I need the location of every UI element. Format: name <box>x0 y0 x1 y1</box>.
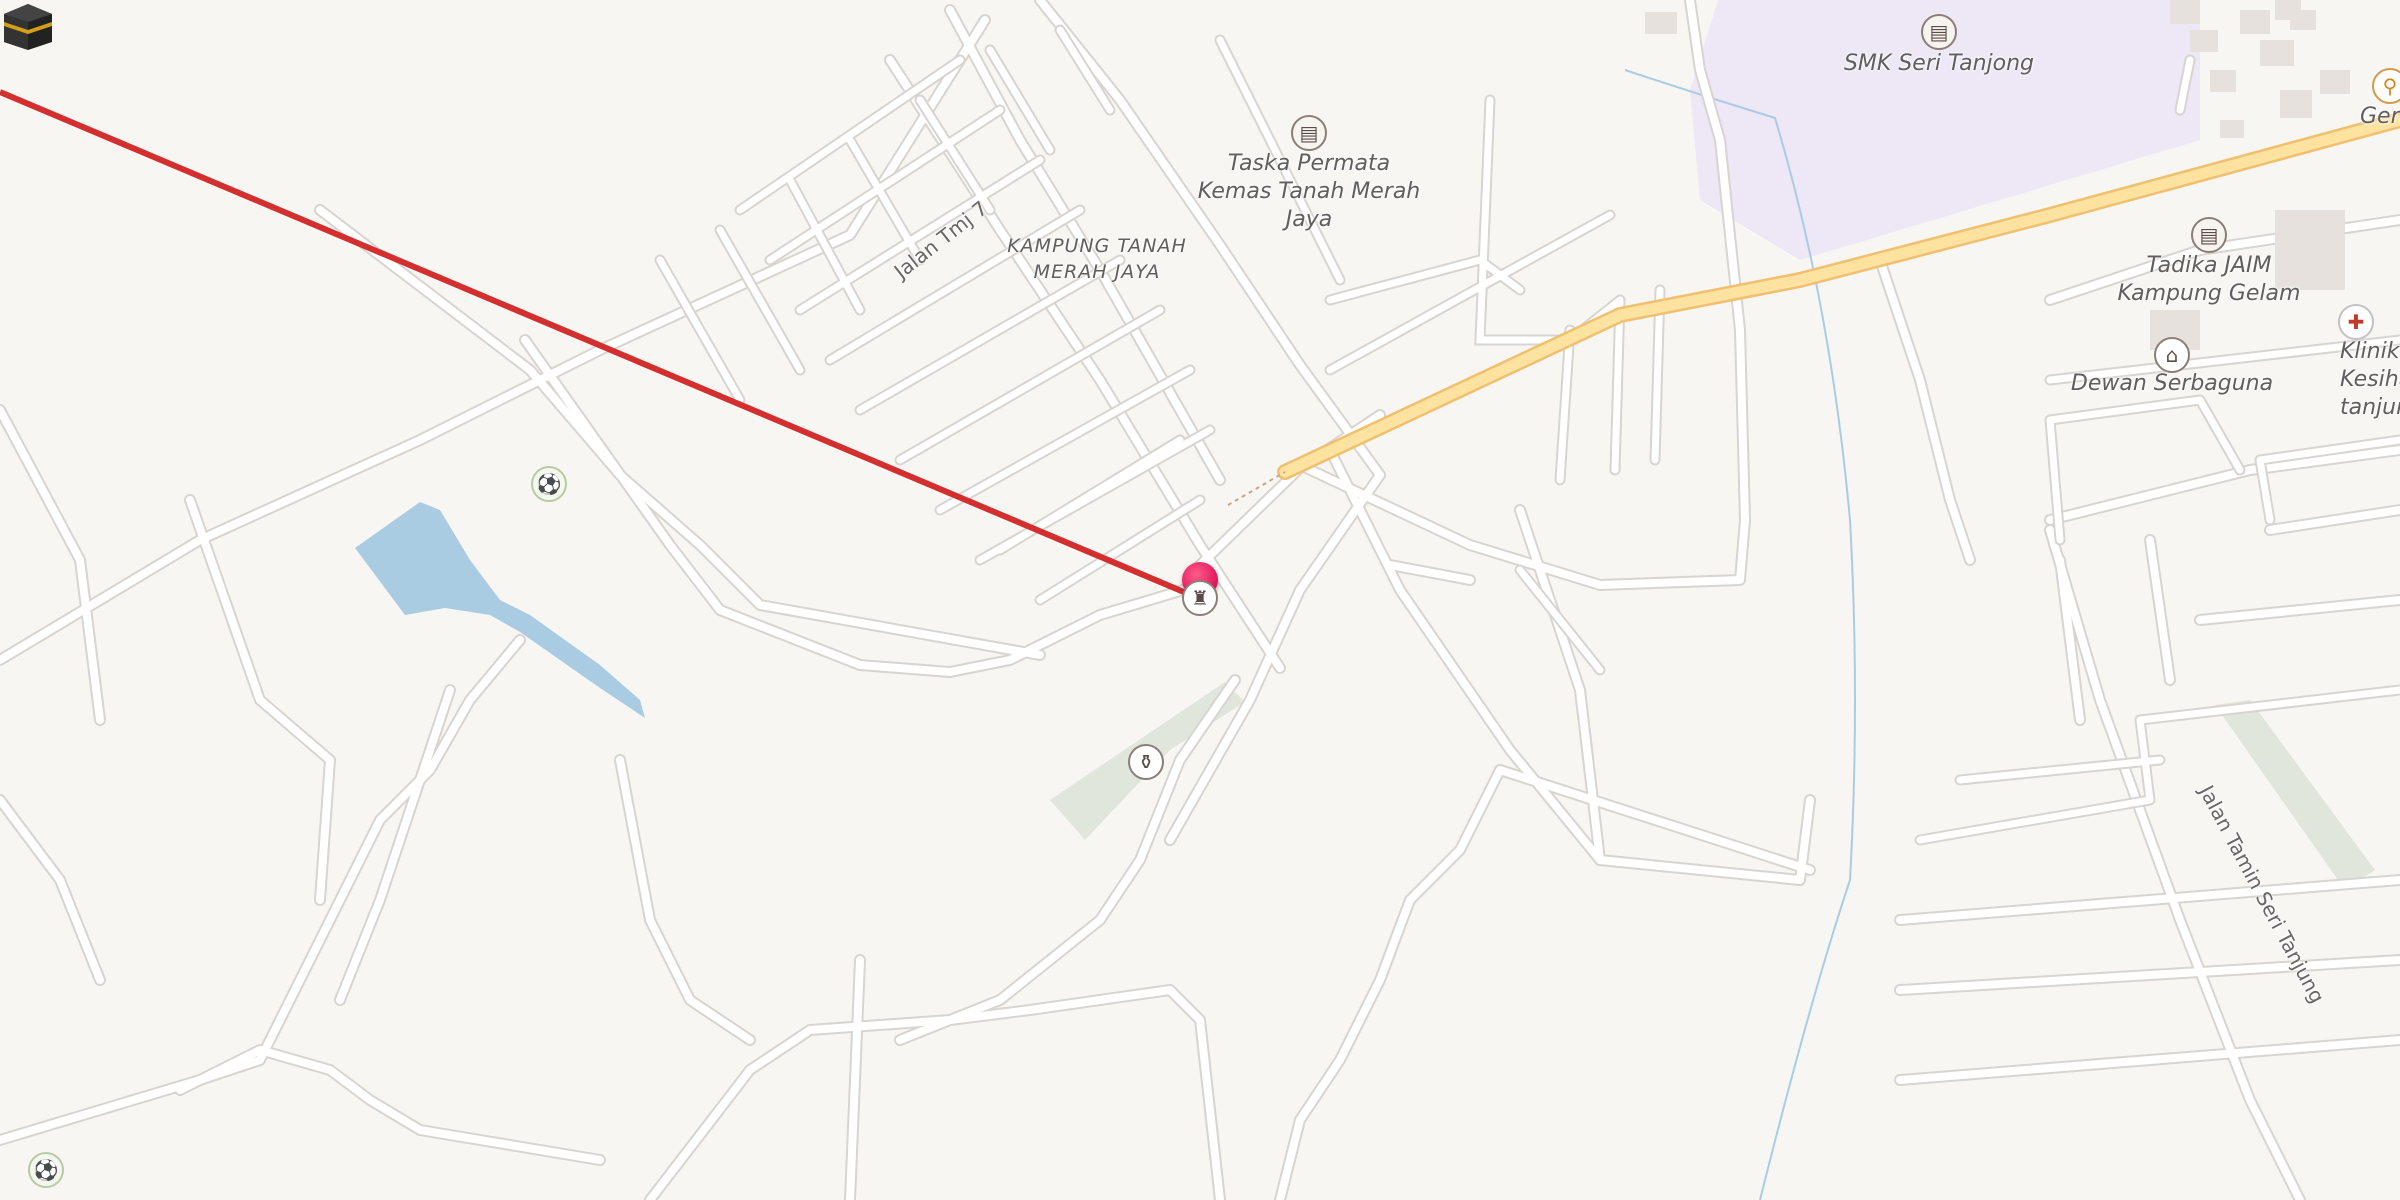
pond <box>355 502 645 718</box>
mosque-icon[interactable]: ♜ <box>1182 580 1218 616</box>
label-dewan: Dewan Serbaguna <box>2070 371 2274 396</box>
school-icon[interactable]: ▤ <box>1291 115 1327 151</box>
clinic-icon[interactable]: ✚ <box>2338 304 2374 340</box>
sports-icon[interactable]: ⚽ <box>531 466 567 502</box>
label-kampung: KAMPUNG TANAH MERAH JAYA <box>1007 235 1187 283</box>
restaurant-icon[interactable]: ⚲ <box>2372 68 2400 104</box>
label-tadika: Tadika JAIM Kampung Gelam <box>2117 253 2301 306</box>
townhall-icon[interactable]: ⌂ <box>2154 337 2190 373</box>
kaaba-icon <box>4 4 52 50</box>
cemetery-icon[interactable]: ⚱ <box>1128 744 1164 780</box>
sports-icon[interactable]: ⚽ <box>28 1152 64 1188</box>
label-klinik: Klinik Kesiha tanjung Kli <box>2340 339 2400 420</box>
school-icon[interactable]: ▤ <box>2191 217 2227 253</box>
label-gerai: Gerai <box>2360 104 2400 129</box>
label-taska: Taska Permata Kemas Tanah Merah Jaya <box>1197 151 1421 232</box>
label-smk: SMK Seri Tanjong <box>1843 51 2035 76</box>
map-canvas[interactable]: ▤ ▤ ▤ ⌂ ♜ ⚱ ✚ ⚽ ⚽ ⚲ KAMPUNG TANAH MERAH … <box>0 0 2400 1200</box>
school-icon[interactable]: ▤ <box>1921 14 1957 50</box>
